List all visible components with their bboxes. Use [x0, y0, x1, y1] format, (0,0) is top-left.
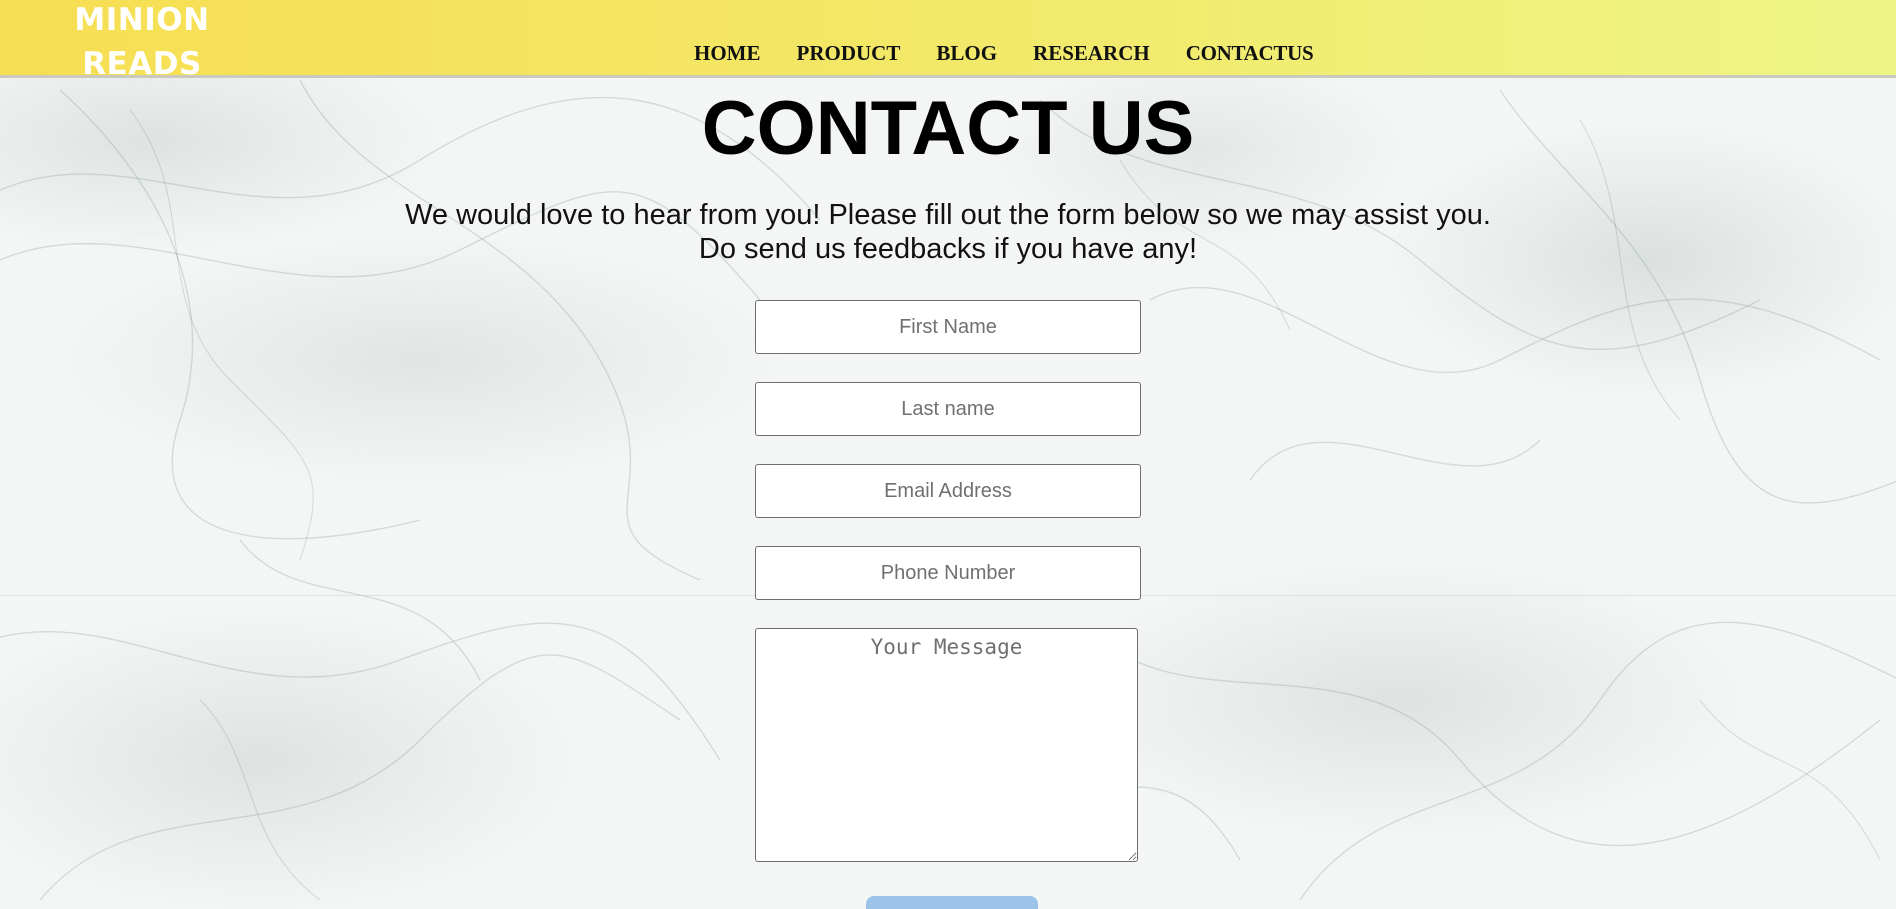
nav-contact-us[interactable]: CONTACTUS: [1186, 40, 1314, 66]
nav-home[interactable]: HOME: [694, 40, 761, 66]
intro-text: We would love to hear from you! Please f…: [0, 198, 1896, 266]
site-logo[interactable]: MINION READS: [62, 0, 222, 86]
contact-form: [755, 300, 1141, 909]
phone-input[interactable]: [755, 546, 1141, 600]
logo-line-1: MINION: [74, 2, 210, 38]
intro-line-2: Do send us feedbacks if you have any!: [698, 233, 1198, 265]
submit-button[interactable]: [866, 896, 1038, 909]
message-textarea[interactable]: [755, 628, 1138, 862]
contact-section: CONTACT US We would love to hear from yo…: [0, 78, 1896, 909]
first-name-input[interactable]: [755, 300, 1141, 354]
nav-blog[interactable]: BLOG: [936, 40, 997, 66]
nav-product[interactable]: PRODUCT: [797, 40, 901, 66]
site-header: MINION READS HOME PRODUCT BLOG RESEARCH …: [0, 0, 1896, 82]
intro-line-1: We would love to hear from you! Please f…: [405, 199, 1491, 231]
page-title: CONTACT US: [701, 86, 1195, 171]
logo-line-2: READS: [82, 46, 202, 82]
last-name-input[interactable]: [755, 382, 1141, 436]
nav-research[interactable]: RESEARCH: [1033, 40, 1150, 66]
main-nav: HOME PRODUCT BLOG RESEARCH CONTACTUS: [694, 40, 1314, 66]
email-input[interactable]: [755, 464, 1141, 518]
